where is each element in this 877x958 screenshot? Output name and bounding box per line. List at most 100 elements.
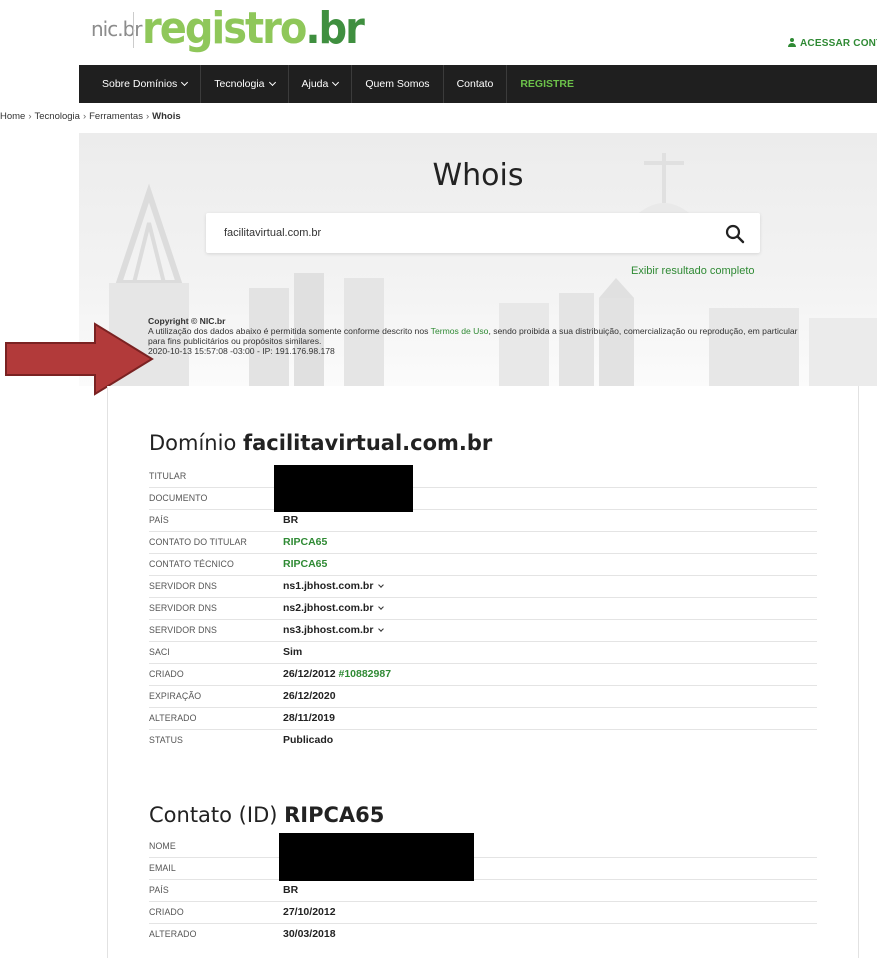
copyright-text-before: A utilização dos dados abaixo é permitid… [148, 326, 431, 336]
table-row: NOME [149, 836, 817, 858]
nav-ajuda[interactable]: Ajuda [289, 65, 353, 103]
field-label: SACI [149, 647, 170, 657]
tech-contact-link[interactable]: RIPCA65 [283, 558, 327, 570]
nav-sobre-dominios[interactable]: Sobre Domínios [89, 65, 202, 103]
ticket-link[interactable]: #10882987 [338, 668, 391, 680]
chevron-down-icon [378, 604, 385, 610]
field-label: DOCUMENTO [149, 493, 208, 503]
show-full-result-link[interactable]: Exibir resultado completo [631, 265, 755, 277]
copyright-notice: Copyright © NIC.br A utilização dos dado… [148, 316, 808, 356]
table-row: CRIADO 27/10/2012 [149, 902, 817, 924]
table-row: STATUS Publicado [149, 730, 817, 752]
chevron-down-icon [378, 582, 385, 588]
logo-registro-text: registro [142, 4, 307, 54]
breadcrumb-ferramentas[interactable]: Ferramentas [89, 111, 143, 122]
table-row: SACI Sim [149, 642, 817, 664]
field-label: PAÍS [149, 515, 169, 525]
table-row: ALTERADO 28/11/2019 [149, 708, 817, 730]
table-row: SERVIDOR DNS ns1.jbhost.com.br [149, 576, 817, 598]
table-row: EMAIL [149, 858, 817, 880]
breadcrumb-current: Whois [152, 111, 181, 122]
table-row: PAÍS BR [149, 880, 817, 902]
field-label: CRIADO [149, 907, 184, 917]
nav-contato[interactable]: Contato [444, 65, 508, 103]
breadcrumb-tecnologia[interactable]: Tecnologia [35, 111, 80, 122]
user-icon [788, 38, 796, 47]
whois-search-input[interactable] [224, 213, 704, 253]
table-row: EXPIRAÇÃO 26/12/2020 [149, 686, 817, 708]
table-row: SERVIDOR DNS ns2.jbhost.com.br [149, 598, 817, 620]
field-label: CRIADO [149, 669, 184, 679]
table-row: TITULAR [149, 466, 817, 488]
breadcrumb: Home › Tecnologia › Ferramentas › Whois [0, 111, 181, 122]
field-label: CONTATO DO TITULAR [149, 537, 247, 547]
field-value: 26/12/2020 [283, 690, 336, 702]
field-label: SERVIDOR DNS [149, 581, 218, 591]
nav-registre[interactable]: REGISTRE [507, 65, 587, 103]
redaction-box [274, 465, 413, 512]
field-label: STATUS [149, 735, 183, 745]
field-label: TITULAR [149, 471, 187, 481]
domain-name: facilitavirtual.com.br [243, 431, 493, 455]
query-timestamp: 2020-10-13 15:57:08 -03:00 - IP: 191.176… [148, 346, 335, 356]
site-header: nic.br registro.br ACESSAR CONT [0, 0, 877, 65]
field-label: PAÍS [149, 885, 169, 895]
access-account-link[interactable]: ACESSAR CONT [788, 38, 877, 49]
table-row: PAÍS BR [149, 510, 817, 532]
main-nav: Sobre Domínios Tecnologia Ajuda Quem Som… [79, 65, 877, 103]
whois-search-box [206, 213, 760, 253]
nav-item-label: REGISTRE [520, 78, 575, 90]
table-row: CONTATO DO TITULAR RIPCA65 [149, 532, 817, 554]
nav-item-label: Contato [456, 78, 494, 90]
search-button[interactable] [724, 223, 746, 245]
page-title: Whois [432, 158, 524, 193]
registro-br-logo[interactable]: registro.br [142, 4, 365, 54]
field-value: 28/11/2019 [283, 712, 335, 724]
domain-section-title: Domínio facilitavirtual.com.br [149, 431, 492, 455]
copyright-text: A utilização dos dados abaixo é permitid… [148, 326, 808, 346]
table-row: CONTATO TÉCNICO RIPCA65 [149, 554, 817, 576]
breadcrumb-separator: › [145, 111, 150, 122]
terms-of-use-link[interactable]: Termos de Uso [431, 326, 489, 336]
logo-divider [133, 12, 134, 48]
chevron-down-icon [378, 626, 385, 632]
contact-section-title: Contato (ID) RIPCA65 [149, 803, 384, 827]
dns-server-value: ns3.jbhost.com.br [283, 624, 374, 636]
field-label: ALTERADO [149, 929, 197, 939]
field-label: SERVIDOR DNS [149, 625, 218, 635]
whois-hero: Whois Exibir resultado completo Copyrigh… [79, 133, 877, 386]
whois-results-card: Domínio facilitavirtual.com.br TITULAR D… [107, 386, 859, 958]
table-row: DOCUMENTO [149, 488, 817, 510]
field-value: Publicado [283, 734, 334, 746]
table-row: ALTERADO 30/03/2018 [149, 924, 817, 946]
nav-quem-somos[interactable]: Quem Somos [352, 65, 444, 103]
table-row: SERVIDOR DNS ns3.jbhost.com.br [149, 620, 817, 642]
dns-server-toggle[interactable]: ns2.jbhost.com.br [283, 602, 385, 614]
breadcrumb-home[interactable]: Home [0, 111, 25, 122]
copyright-title: Copyright © NIC.br [148, 316, 226, 326]
nav-item-label: Quem Somos [365, 78, 430, 90]
dns-server-toggle[interactable]: ns3.jbhost.com.br [283, 624, 385, 636]
logo-tld-text: .br [305, 4, 365, 54]
field-label: EXPIRAÇÃO [149, 691, 202, 701]
chevron-down-icon [181, 78, 189, 87]
owner-contact-link[interactable]: RIPCA65 [283, 536, 327, 548]
field-label: NOME [149, 841, 176, 851]
dns-server-value: ns1.jbhost.com.br [283, 580, 374, 592]
dns-server-toggle[interactable]: ns1.jbhost.com.br [283, 580, 385, 592]
breadcrumb-separator: › [28, 111, 32, 122]
access-account-label: ACESSAR CONT [800, 38, 877, 49]
field-label: EMAIL [149, 863, 176, 873]
field-value: BR [283, 884, 299, 896]
breadcrumb-separator: › [82, 111, 87, 122]
chevron-down-icon [332, 78, 340, 87]
search-icon [725, 224, 745, 244]
nav-tecnologia[interactable]: Tecnologia [201, 65, 289, 103]
field-label: CONTATO TÉCNICO [149, 559, 234, 569]
chevron-down-icon [268, 78, 276, 87]
field-value: Sim [283, 646, 303, 658]
redaction-box [279, 833, 474, 881]
nav-item-label: Tecnologia [214, 78, 265, 90]
created-date: 26/12/2012 [283, 668, 336, 680]
field-value: 30/03/2018 [283, 928, 336, 940]
